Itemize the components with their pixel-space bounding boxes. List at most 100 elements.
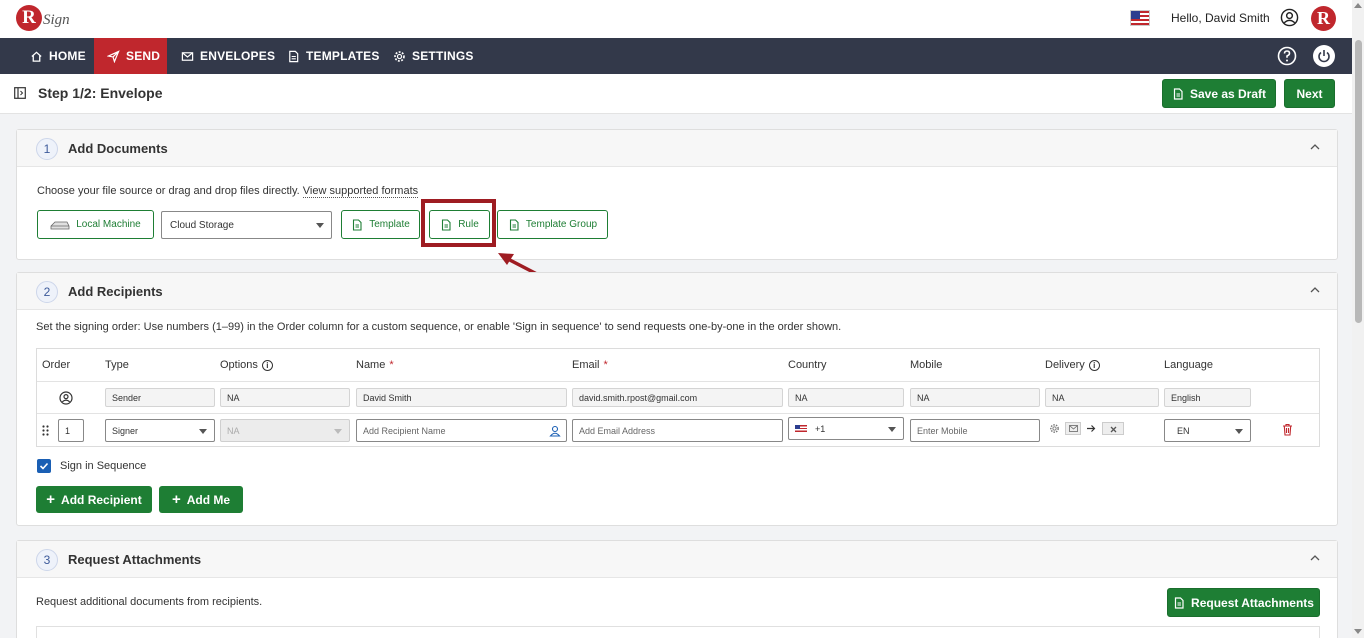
- logo-letter: R: [16, 5, 42, 31]
- section-title: Request Attachments: [68, 552, 202, 567]
- sender-language: English: [1164, 388, 1251, 407]
- add-me-button[interactable]: + Add Me: [159, 486, 243, 513]
- col-type: Type: [105, 359, 129, 371]
- send-icon: [107, 49, 120, 63]
- recipients-table: Order Type Options i Name * Email * Country…: [36, 348, 1320, 447]
- add-documents-panel: 1 Add Documents Choose your file source …: [16, 129, 1338, 260]
- info-icon[interactable]: i: [261, 359, 273, 371]
- recipients-instruction: Set the signing order: Use numbers (1–99…: [36, 321, 842, 333]
- col-mobile: Mobile: [910, 359, 942, 371]
- sender-options: NA: [220, 388, 350, 407]
- sender-mobile: NA: [910, 388, 1040, 407]
- col-delivery-label: Delivery: [1045, 359, 1085, 371]
- template-group-label: Template Group: [525, 219, 598, 230]
- plus-icon: +: [46, 491, 56, 508]
- main-navbar: HOME SEND ENVELOPES TEMPLATES SETTINGS: [0, 38, 1352, 74]
- arrow-right-icon: [1087, 425, 1096, 432]
- sender-delivery: NA: [1045, 388, 1159, 407]
- scroll-down-icon[interactable]: [1354, 629, 1362, 634]
- home-icon: [31, 50, 42, 62]
- col-order: Order: [42, 359, 70, 371]
- page-scrollbar[interactable]: [1352, 0, 1364, 638]
- recipient-name-input[interactable]: Add Recipient Name: [356, 419, 567, 442]
- recipient-email-input[interactable]: Add Email Address: [572, 419, 783, 442]
- chevron-up-icon[interactable]: [1309, 141, 1321, 153]
- drag-handle-icon[interactable]: [42, 425, 49, 436]
- save-draft-label: Save as Draft: [1189, 86, 1267, 101]
- sign-in-sequence-checkbox[interactable]: [37, 459, 51, 473]
- gear-icon[interactable]: [1049, 423, 1060, 434]
- order-input[interactable]: 1: [58, 419, 84, 442]
- envelope-icon: [181, 51, 194, 61]
- mobile-input[interactable]: Enter Mobile: [910, 419, 1040, 442]
- section-title: Add Documents: [68, 141, 168, 156]
- chevron-up-icon[interactable]: [1309, 552, 1321, 564]
- close-icon: [1110, 426, 1117, 433]
- trash-icon[interactable]: [1282, 423, 1293, 436]
- contact-user-icon[interactable]: [549, 425, 561, 437]
- add-recipients-header[interactable]: 2 Add Recipients: [17, 273, 1337, 310]
- nav-envelopes[interactable]: ENVELOPES: [181, 38, 275, 74]
- rsign-logo[interactable]: R Sign: [16, 5, 70, 31]
- mobile-placeholder: Enter Mobile: [917, 425, 968, 436]
- table-row: Sender NA David Smith david.smith.rpost@…: [37, 382, 1319, 414]
- nav-settings[interactable]: SETTINGS: [393, 38, 474, 74]
- request-attachments-button[interactable]: Request Attachments: [1167, 588, 1320, 617]
- add-documents-header[interactable]: 1 Add Documents: [17, 130, 1337, 167]
- company-avatar[interactable]: R: [1311, 6, 1336, 31]
- local-machine-button[interactable]: Local Machine: [37, 210, 154, 239]
- info-icon[interactable]: i: [1088, 359, 1100, 371]
- gear-icon: [394, 50, 405, 62]
- chevron-down-icon: [888, 426, 896, 432]
- scroll-thumb[interactable]: [1355, 40, 1362, 323]
- us-uk-flag-icon[interactable]: [1130, 10, 1150, 26]
- add-recipient-button[interactable]: + Add Recipient: [36, 486, 152, 513]
- section-number: 1: [36, 138, 58, 160]
- sidebar-toggle-icon[interactable]: [14, 87, 26, 99]
- chevron-down-icon: [316, 223, 324, 228]
- sms-delivery-toggle[interactable]: [1102, 422, 1124, 435]
- cloud-storage-select[interactable]: Cloud Storage: [161, 211, 332, 239]
- document-icon: [353, 218, 362, 231]
- cloud-storage-value: Cloud Storage: [170, 219, 234, 231]
- save-draft-button[interactable]: Save as Draft: [1162, 79, 1276, 108]
- email-delivery-toggle[interactable]: [1065, 422, 1081, 435]
- next-button[interactable]: Next: [1284, 79, 1335, 108]
- nav-send[interactable]: SEND: [94, 38, 167, 74]
- section-title: Add Recipients: [68, 284, 163, 299]
- recipient-email-placeholder: Add Email Address: [579, 425, 656, 436]
- template-group-button[interactable]: Template Group: [497, 210, 608, 239]
- section-number: 3: [36, 549, 58, 571]
- chevron-up-icon[interactable]: [1309, 284, 1321, 296]
- col-country-label: Country: [788, 359, 827, 371]
- user-profile-icon[interactable]: [1280, 8, 1299, 27]
- col-type-label: Type: [105, 359, 129, 371]
- signer-type-select[interactable]: Signer: [105, 419, 215, 442]
- add-recipients-panel: 2 Add Recipients Set the signing order: …: [16, 272, 1338, 526]
- nav-settings-label: SETTINGS: [412, 49, 474, 63]
- request-attachments-label: Request Attachments: [1191, 595, 1314, 610]
- scroll-up-icon[interactable]: [1354, 3, 1362, 8]
- country-code-select[interactable]: +1: [788, 417, 904, 440]
- template-label: Template: [369, 219, 410, 230]
- sign-in-sequence-label[interactable]: Sign in Sequence: [60, 460, 146, 472]
- template-button[interactable]: Template: [341, 210, 420, 239]
- signer-options-select: NA: [220, 419, 350, 442]
- logout-power-icon[interactable]: [1313, 45, 1335, 67]
- request-attachments-header[interactable]: 3 Request Attachments: [17, 541, 1337, 578]
- col-delivery: Delivery i: [1045, 359, 1100, 371]
- view-formats-link[interactable]: View supported formats: [302, 185, 419, 198]
- attachments-instruction: Request additional documents from recipi…: [36, 596, 263, 608]
- nav-templates[interactable]: TEMPLATES: [287, 38, 380, 74]
- help-icon[interactable]: [1277, 46, 1297, 66]
- step-bar: Step 1/2: Envelope: [0, 74, 1352, 114]
- col-language-label: Language: [1164, 359, 1213, 371]
- nav-home[interactable]: HOME: [30, 38, 86, 74]
- page-title: Step 1/2: Envelope: [38, 85, 163, 101]
- drive-icon: [50, 221, 70, 229]
- col-email-label: Email: [572, 359, 600, 371]
- nav-templates-label: TEMPLATES: [306, 49, 380, 63]
- sender-email: david.smith.rpost@gmail.com: [572, 388, 783, 407]
- request-attachments-panel: 3 Request Attachments Request additional…: [16, 540, 1338, 638]
- language-select[interactable]: EN: [1164, 419, 1251, 442]
